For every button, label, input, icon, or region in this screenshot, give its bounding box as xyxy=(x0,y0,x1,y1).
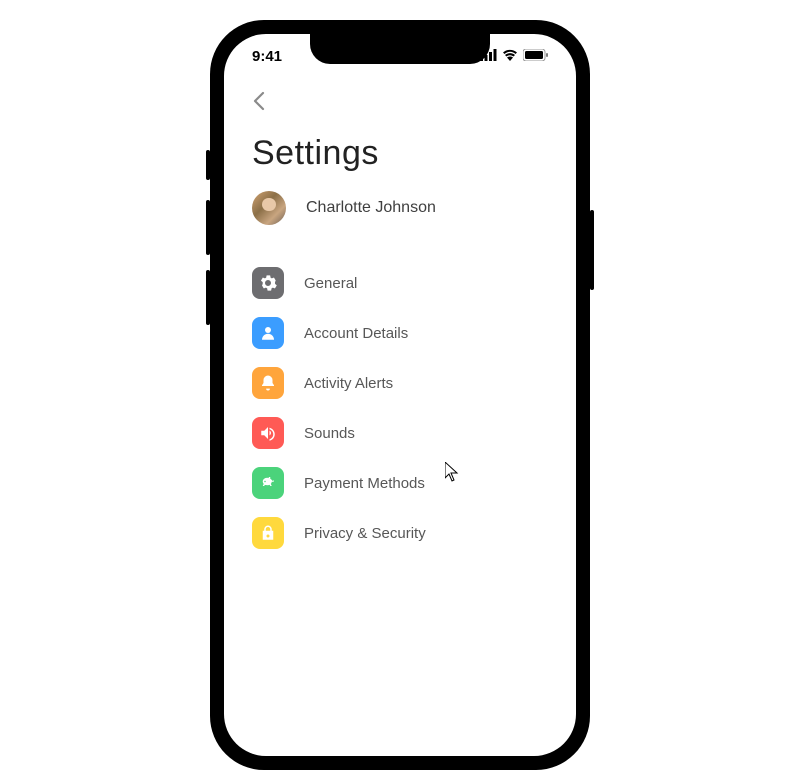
back-button[interactable] xyxy=(244,86,274,116)
settings-item-label: Privacy & Security xyxy=(304,525,426,542)
settings-list: General Account Details Activity Alerts xyxy=(252,267,548,549)
settings-item-account[interactable]: Account Details xyxy=(252,317,548,349)
content-area: Settings Charlotte Johnson General Accou… xyxy=(224,78,576,549)
screen: 9:41 Settings Charlotte Johnson xyxy=(224,34,576,756)
speaker-icon xyxy=(252,417,284,449)
settings-item-alerts[interactable]: Activity Alerts xyxy=(252,367,548,399)
side-button xyxy=(206,200,210,255)
settings-item-sounds[interactable]: Sounds xyxy=(252,417,548,449)
settings-item-privacy[interactable]: Privacy & Security xyxy=(252,517,548,549)
settings-item-payment[interactable]: Payment Methods xyxy=(252,467,548,499)
avatar xyxy=(252,191,286,225)
profile-name: Charlotte Johnson xyxy=(306,199,436,217)
side-button xyxy=(590,210,594,290)
notch xyxy=(310,34,490,64)
status-time: 9:41 xyxy=(252,48,282,65)
status-indicators xyxy=(480,48,548,65)
gear-icon xyxy=(252,267,284,299)
side-button xyxy=(206,270,210,325)
settings-item-label: General xyxy=(304,275,357,292)
profile-row[interactable]: Charlotte Johnson xyxy=(252,191,548,225)
battery-icon xyxy=(523,48,548,65)
wifi-icon xyxy=(502,48,518,65)
phone-frame: 9:41 Settings Charlotte Johnson xyxy=(210,20,590,770)
page-title: Settings xyxy=(252,134,548,173)
settings-item-general[interactable]: General xyxy=(252,267,548,299)
settings-item-label: Account Details xyxy=(304,325,408,342)
settings-item-label: Sounds xyxy=(304,425,355,442)
settings-item-label: Activity Alerts xyxy=(304,375,393,392)
settings-item-label: Payment Methods xyxy=(304,475,425,492)
bell-icon xyxy=(252,367,284,399)
person-icon xyxy=(252,317,284,349)
side-button xyxy=(206,150,210,180)
lock-icon xyxy=(252,517,284,549)
piggy-bank-icon xyxy=(252,467,284,499)
